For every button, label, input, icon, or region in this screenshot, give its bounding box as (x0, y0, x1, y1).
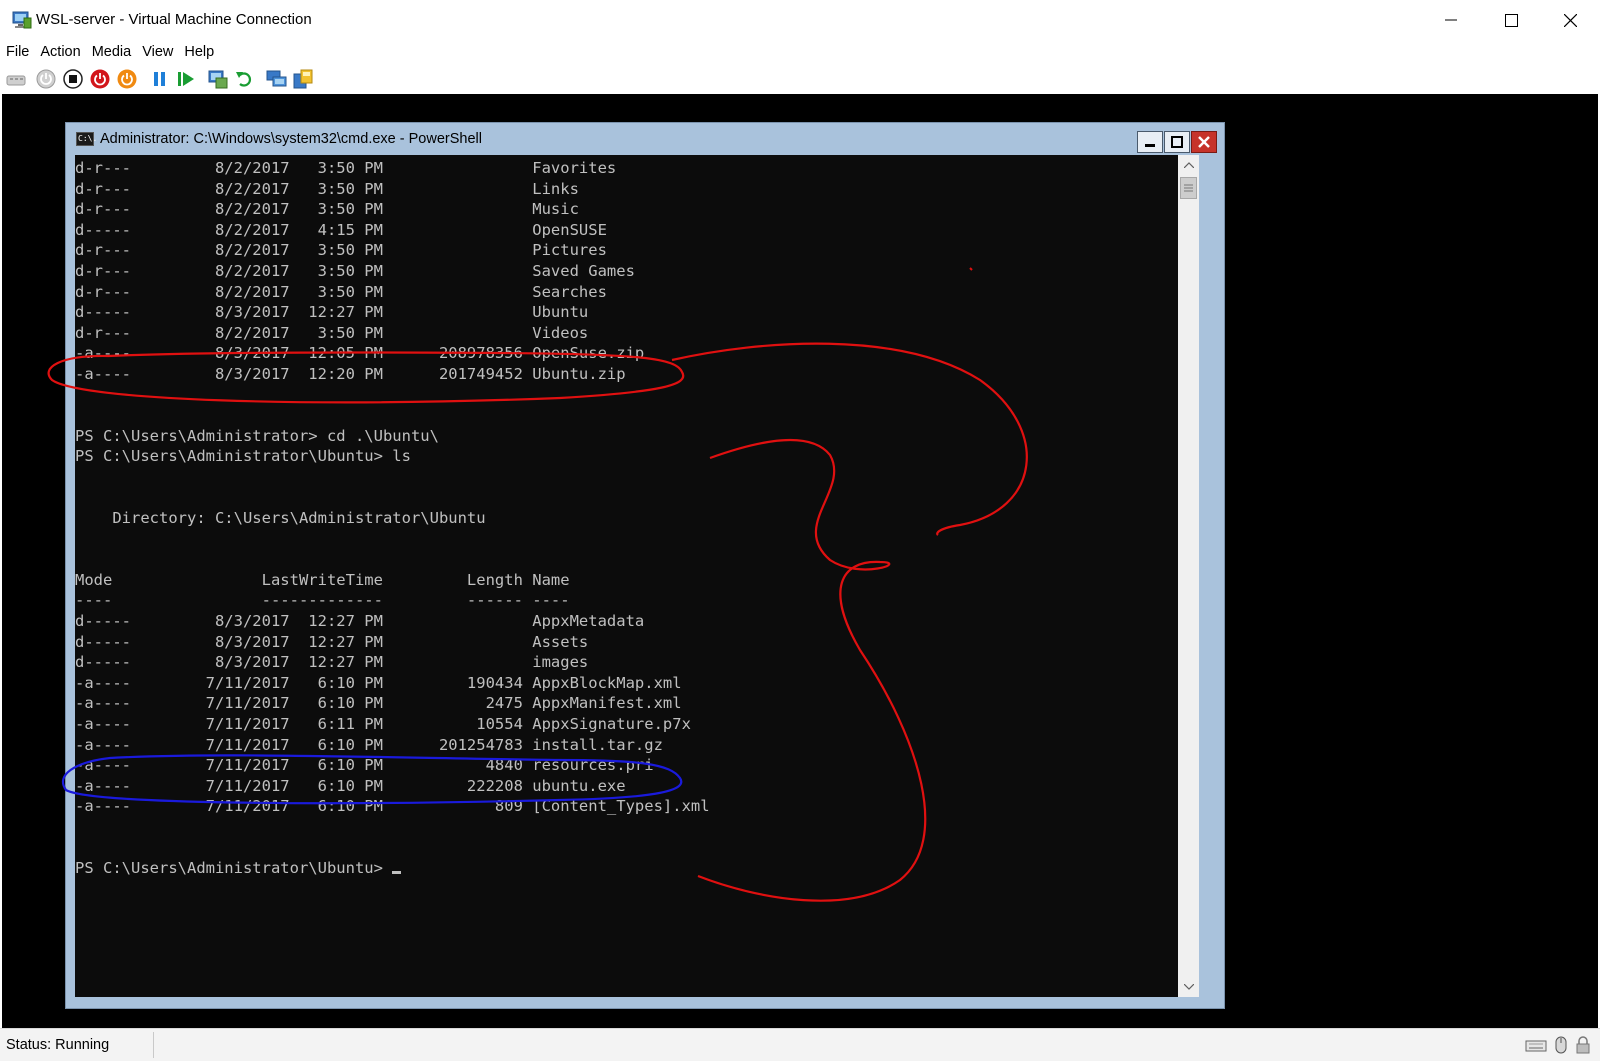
console-minimize-button[interactable] (1137, 131, 1163, 153)
share-icon[interactable] (292, 68, 314, 90)
console-lines: d-r--- 8/2/2017 3:50 PM Favorites d-r---… (75, 159, 710, 816)
minimize-button[interactable] (1421, 0, 1481, 40)
powershell-title: Administrator: C:\Windows\system32\cmd.e… (100, 131, 482, 147)
keyboard-icon (1525, 1040, 1547, 1052)
maximize-icon (1171, 136, 1183, 148)
cmd-icon-label: C:\. (78, 134, 98, 143)
console-close-button[interactable] (1191, 131, 1217, 153)
menu-media[interactable]: Media (92, 44, 132, 60)
lock-icon (1576, 1036, 1590, 1054)
minimize-icon (1145, 144, 1155, 147)
chevron-up-icon (1183, 162, 1194, 168)
maximize-icon (1504, 13, 1518, 27)
close-icon (1198, 136, 1210, 148)
save-icon[interactable] (116, 68, 138, 90)
enhanced-session-icon[interactable] (266, 68, 288, 90)
scroll-up-button[interactable] (1178, 155, 1199, 175)
console-prompt: PS C:\Users\Administrator\Ubuntu> (75, 859, 393, 878)
maximize-button[interactable] (1481, 0, 1541, 40)
scroll-down-button[interactable] (1178, 977, 1199, 997)
menu-file[interactable]: File (6, 44, 29, 60)
powershell-window: C:\. Administrator: C:\Windows\system32\… (65, 122, 1225, 1009)
menu-view[interactable]: View (142, 44, 173, 60)
resume-icon[interactable] (175, 68, 197, 90)
grip-icon (1184, 184, 1193, 192)
ctrl-alt-del-icon[interactable] (5, 68, 27, 90)
cmd-icon: C:\. (76, 132, 98, 146)
toolbar (0, 64, 1600, 94)
chevron-down-icon (1183, 984, 1194, 990)
status-text: Status: Running (6, 1037, 110, 1053)
text-cursor (392, 871, 402, 875)
scroll-thumb[interactable] (1180, 177, 1197, 199)
shut-down-icon[interactable] (89, 68, 111, 90)
virtual-machine-icon (12, 11, 32, 29)
pause-icon[interactable] (149, 68, 171, 90)
menu-bar: File Action Media View Help (0, 40, 1600, 64)
powershell-title-bar: C:\. Administrator: C:\Windows\system32\… (66, 123, 1224, 155)
mouse-icon (1555, 1036, 1567, 1054)
console-output[interactable]: d-r--- 8/2/2017 3:50 PM Favorites d-r---… (75, 155, 1178, 997)
menu-action[interactable]: Action (40, 44, 80, 60)
revert-icon[interactable] (234, 68, 256, 90)
start-icon[interactable] (35, 68, 57, 90)
close-button[interactable] (1540, 0, 1600, 40)
menu-help[interactable]: Help (184, 44, 214, 60)
status-separator (153, 1032, 154, 1058)
minimize-icon (1445, 19, 1457, 21)
console-scrollbar[interactable] (1178, 155, 1199, 997)
status-bar: Status: Running (0, 1028, 1600, 1061)
window-title-bar: WSL-server - Virtual Machine Connection (0, 0, 1600, 40)
close-icon (1563, 13, 1577, 27)
window-title: WSL-server - Virtual Machine Connection (36, 11, 312, 28)
console-text: d-r--- 8/2/2017 3:50 PM Favorites d-r---… (75, 158, 710, 879)
checkpoint-icon[interactable] (207, 68, 229, 90)
turn-off-icon[interactable] (62, 68, 84, 90)
console-maximize-button[interactable] (1164, 131, 1190, 153)
